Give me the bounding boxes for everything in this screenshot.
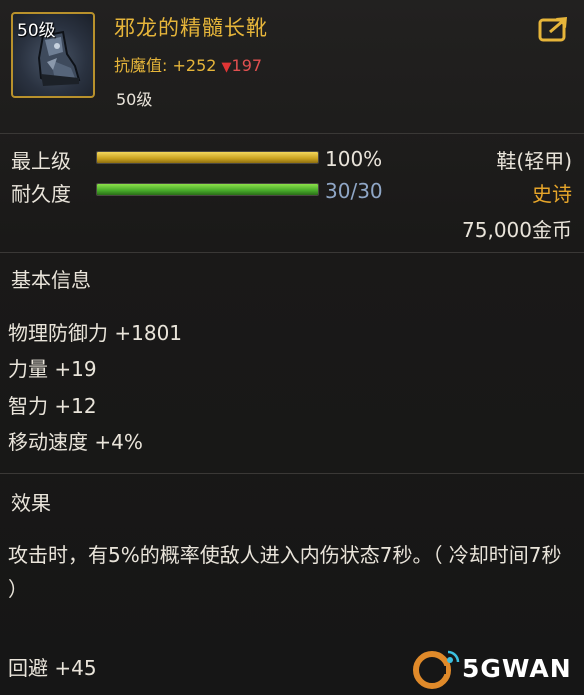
down-arrow-icon: ▼ (221, 60, 232, 75)
item-price: 75,000金币 (462, 218, 572, 242)
durability-value: 30/30 (325, 179, 383, 203)
divider (0, 252, 584, 253)
attribute-line: 智力 +12 (8, 394, 97, 418)
durability-bar (96, 183, 319, 196)
watermark-logo-icon (413, 650, 460, 689)
share-icon (538, 17, 567, 42)
item-name: 邪龙的精髓长靴 (114, 16, 268, 40)
attribute-line: 力量 +19 (8, 357, 97, 381)
item-icon-frame[interactable]: 50级 (11, 12, 95, 98)
share-button[interactable] (538, 14, 572, 44)
item-icon-level: 50级 (17, 21, 56, 41)
item-tooltip-panel: 50级 邪龙的精髓长靴 抗魔值: +252 ▼197 50级 最上级 100% … (0, 0, 584, 695)
effect-description: 攻击时，有5%的概率使敌人进入内伤状态7秒。（ 冷却时间7秒 ） (8, 543, 562, 601)
stat-change-down: 197 (231, 56, 263, 75)
item-rarity: 史诗 (532, 182, 572, 206)
watermark-logo: 5GWAN (410, 648, 580, 692)
durability-label: 耐久度 (11, 182, 71, 206)
attribute-line: 物理防御力 +1801 (8, 321, 183, 345)
stat-change-up: +252 (172, 56, 217, 75)
watermark-text: 5GWAN (462, 654, 572, 683)
stat-comparison: 抗魔值: +252 ▼197 (114, 52, 262, 76)
divider (0, 473, 584, 474)
required-level: 50级 (116, 90, 153, 109)
divider (0, 133, 584, 134)
level-bar-fill (97, 152, 318, 163)
effect-extra: 回避 +45 (8, 656, 97, 680)
level-label: 最上级 (11, 149, 71, 173)
basic-info-title: 基本信息 (11, 268, 91, 292)
stat-label: 抗魔值: (114, 56, 168, 75)
effect-title: 效果 (11, 491, 51, 515)
durability-bar-fill (97, 184, 318, 195)
level-bar (96, 151, 319, 164)
level-value: 100% (325, 147, 383, 171)
item-type: 鞋(轻甲) (496, 149, 572, 173)
attribute-line: 移动速度 +4% (8, 430, 143, 454)
